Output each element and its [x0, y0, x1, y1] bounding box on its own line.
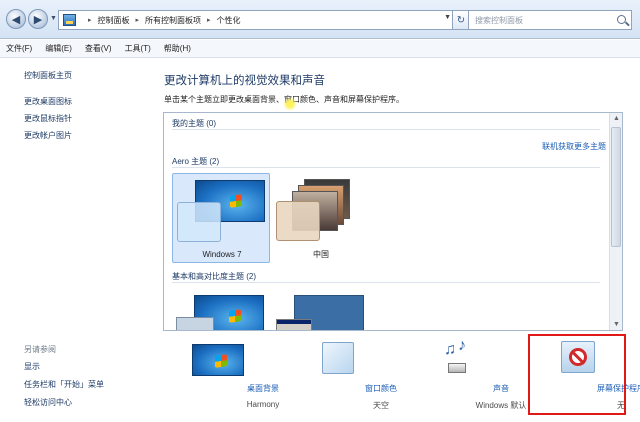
windows-logo-icon — [229, 309, 241, 323]
breadcrumb-item-control-panel[interactable]: 控制面板 — [98, 15, 130, 26]
windows-logo-icon — [230, 194, 242, 208]
window-color-button[interactable]: 窗口颜色 天空 — [291, 333, 397, 421]
search-icon[interactable] — [617, 15, 626, 24]
scrollbar-thumb[interactable] — [611, 127, 621, 247]
divider — [172, 282, 600, 283]
annotation-highlight-box — [528, 334, 626, 415]
my-themes-heading: 我的主题 (0) — [172, 119, 216, 128]
theme-windows7[interactable]: Windows 7 — [172, 173, 270, 263]
sidebar-item-taskbar[interactable]: 任务栏和「开始」菜单 — [24, 379, 104, 390]
chevron-down-icon[interactable]: ▼ — [444, 14, 451, 21]
menu-bar: 文件(F) 编辑(E) 查看(V) 工具(T) 帮助(H) — [0, 40, 640, 58]
search-input[interactable]: 搜索控制面板 — [468, 10, 632, 30]
speaker-icon — [448, 363, 466, 373]
theme-basic[interactable] — [172, 289, 270, 330]
sidebar-item-account-picture[interactable]: 更改帐户图片 — [24, 130, 72, 141]
window-color-swatch — [177, 202, 221, 242]
theme-name: Windows 7 — [202, 250, 242, 259]
window-color-swatch — [276, 319, 312, 330]
desktop-background-button[interactable]: 桌面背景 Harmony — [173, 333, 279, 421]
recent-pages-dropdown-icon[interactable]: ▼ — [50, 15, 57, 22]
chevron-right-icon[interactable]: ▸ — [207, 16, 211, 24]
breadcrumb[interactable]: ▸ 控制面板 ▸ 所有控制面板项 ▸ 个性化 ▼ — [58, 10, 455, 30]
theme-classic[interactable] — [272, 289, 370, 330]
basic-themes-heading: 基本和高对比度主题 (2) — [172, 272, 256, 281]
sounds-icon: ♫ ♪ — [440, 337, 474, 375]
breadcrumb-item-all-items[interactable]: 所有控制面板项 — [145, 15, 201, 26]
address-bar: ◀ ▶ ▼ ▸ 控制面板 ▸ 所有控制面板项 ▸ 个性化 ▼ ↻ 搜索控制面板 — [0, 0, 640, 39]
theme-name: 中国 — [313, 250, 329, 259]
divider — [172, 129, 600, 130]
menu-help[interactable]: 帮助(H) — [164, 43, 191, 54]
control-panel-icon — [63, 14, 76, 26]
divider — [172, 167, 600, 168]
aero-themes-heading: Aero 主题 (2) — [172, 157, 220, 166]
menu-view[interactable]: 查看(V) — [85, 43, 112, 54]
music-note-icon: ♪ — [458, 337, 466, 354]
scroll-down-icon[interactable]: ▼ — [613, 321, 620, 328]
chevron-right-icon[interactable]: ▸ — [88, 16, 92, 24]
window-color-icon — [322, 342, 354, 374]
forward-arrow-icon: ▶ — [33, 13, 43, 26]
vertical-scrollbar[interactable]: ▲ ▼ — [609, 113, 622, 330]
breadcrumb-item-personalization[interactable]: 个性化 — [217, 15, 241, 26]
theme-list: 我的主题 (0) 联机获取更多主题 Aero 主题 (2) Windows 7 … — [163, 112, 623, 331]
get-more-themes-link[interactable]: 联机获取更多主题 — [542, 141, 606, 152]
chevron-right-icon[interactable]: ▸ — [136, 16, 140, 24]
window-color-swatch — [276, 201, 320, 241]
sounds-button[interactable]: ♫ ♪ 声音 Windows 默认 — [411, 333, 526, 421]
back-arrow-icon: ◀ — [11, 13, 21, 26]
search-placeholder: 搜索控制面板 — [475, 15, 523, 25]
sidebar-item-mouse-pointers[interactable]: 更改鼠标指针 — [24, 113, 72, 124]
sidebar: 控制面板主页 更改桌面图标 更改鼠标指针 更改帐户图片 另请参阅 显示 任务栏和… — [0, 58, 150, 422]
refresh-icon: ↻ — [456, 14, 466, 26]
menu-file[interactable]: 文件(F) — [6, 43, 32, 54]
scroll-up-icon[interactable]: ▲ — [613, 115, 620, 122]
sidebar-item-ease-of-access[interactable]: 轻松访问中心 — [24, 397, 72, 408]
menu-edit[interactable]: 编辑(E) — [45, 43, 72, 54]
desktop-background-icon — [192, 344, 244, 376]
window-color-swatch — [176, 317, 214, 330]
sidebar-item-control-panel-home[interactable]: 控制面板主页 — [24, 70, 72, 81]
music-note-icon: ♫ — [444, 341, 456, 358]
sidebar-item-desktop-icons[interactable]: 更改桌面图标 — [24, 96, 72, 107]
page-title: 更改计算机上的视觉效果和声音 — [164, 75, 325, 87]
sidebar-item-display[interactable]: 显示 — [24, 361, 40, 372]
forward-button[interactable]: ▶ — [28, 9, 48, 29]
windows-logo-icon — [215, 354, 227, 368]
mouse-cursor-highlight — [283, 97, 297, 111]
see-also-heading: 另请参阅 — [24, 345, 56, 354]
menu-tools[interactable]: 工具(T) — [125, 43, 151, 54]
back-button[interactable]: ◀ — [6, 9, 26, 29]
theme-china[interactable]: 中国 — [272, 173, 370, 263]
